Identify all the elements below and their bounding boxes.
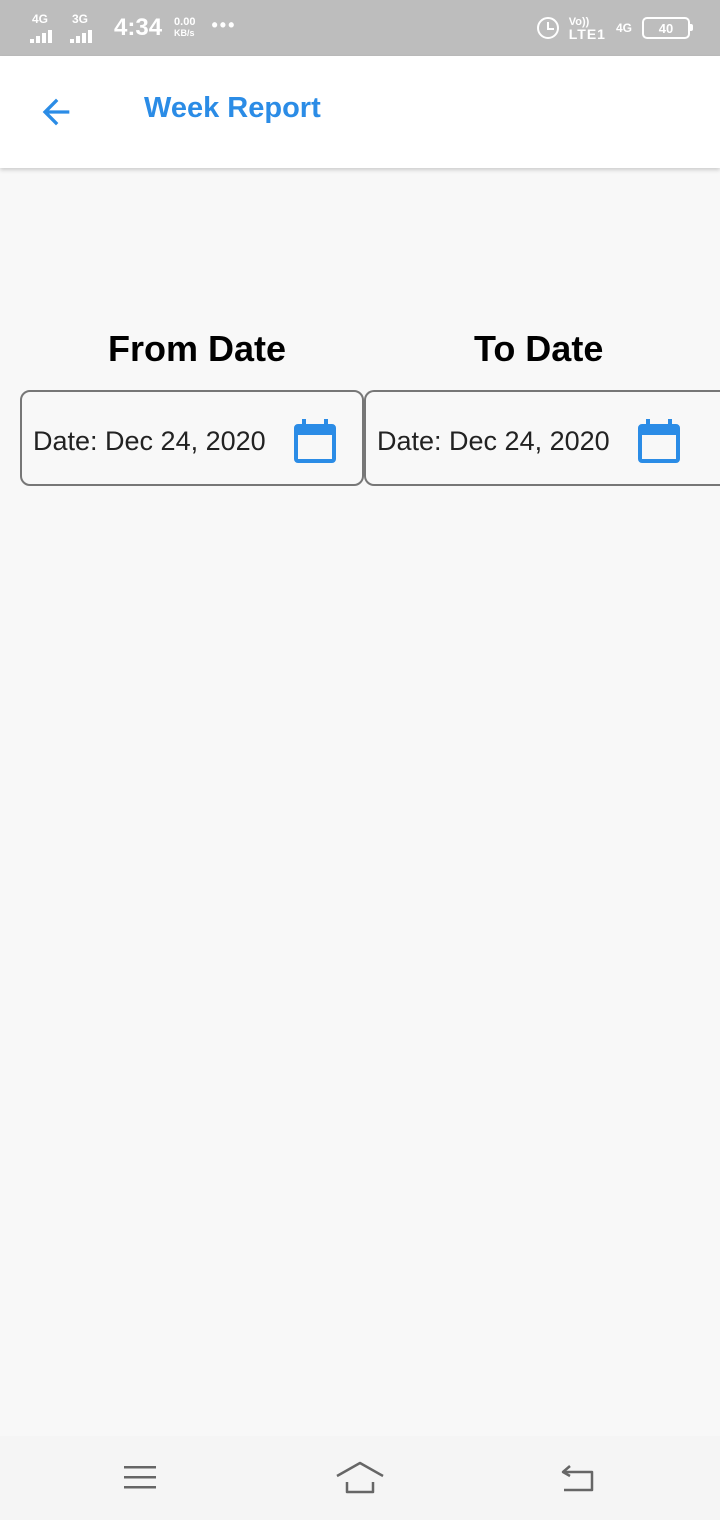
sim1-signal-icon: 4G bbox=[30, 13, 60, 43]
sim2-signal-icon: 3G bbox=[70, 13, 100, 43]
sim1-network-label: 4G bbox=[32, 12, 49, 26]
battery-icon: 40 bbox=[642, 17, 693, 39]
alarm-icon bbox=[536, 17, 559, 39]
network-speed-value: 0.00 bbox=[174, 16, 196, 28]
status-bar: 4G 3G 4:34 0.00 KB/s ••• Vo)) LTE1 4G 40 bbox=[0, 0, 720, 56]
back-nav-button[interactable] bbox=[552, 1454, 604, 1502]
sim2-network-label: 3G bbox=[72, 12, 89, 26]
recent-apps-button[interactable] bbox=[114, 1454, 166, 1502]
system-nav-bar bbox=[0, 1436, 720, 1520]
home-button[interactable] bbox=[334, 1454, 386, 1502]
back-button[interactable] bbox=[28, 86, 84, 138]
battery-level: 40 bbox=[658, 20, 674, 36]
back-icon bbox=[561, 1465, 594, 1492]
to-date-value: Date: Dec 24, 2020 bbox=[377, 426, 610, 456]
from-date-value: Date: Dec 24, 2020 bbox=[33, 426, 266, 456]
volte-bottom-label: LTE1 bbox=[568, 26, 606, 42]
volte-indicator: Vo)) LTE1 bbox=[568, 16, 606, 42]
from-date-label: From Date bbox=[108, 328, 287, 369]
from-calendar-icon[interactable] bbox=[293, 418, 337, 464]
more-notifications-icon: ••• bbox=[211, 14, 237, 35]
to-date-label: To Date bbox=[474, 328, 604, 369]
page-title: Week Report bbox=[144, 92, 321, 124]
data-network-label: 4G bbox=[615, 21, 632, 35]
menu-icon bbox=[124, 1466, 156, 1489]
arrow-back-icon bbox=[42, 98, 70, 126]
network-speed-unit: KB/s bbox=[174, 28, 195, 38]
from-date-field[interactable]: Date: Dec 24, 2020 bbox=[20, 390, 364, 486]
status-right: Vo)) LTE1 4G 40 bbox=[536, 0, 693, 56]
to-date-field[interactable]: Date: Dec 24, 2020 bbox=[364, 390, 720, 486]
status-time: 4:34 bbox=[114, 14, 163, 41]
status-left: 4G 3G 4:34 0.00 KB/s ••• bbox=[30, 0, 236, 56]
home-icon bbox=[336, 1461, 384, 1494]
to-calendar-icon[interactable] bbox=[637, 418, 681, 464]
network-speed: 0.00 KB/s bbox=[174, 17, 195, 39]
app-bar: Week Report bbox=[0, 56, 720, 168]
